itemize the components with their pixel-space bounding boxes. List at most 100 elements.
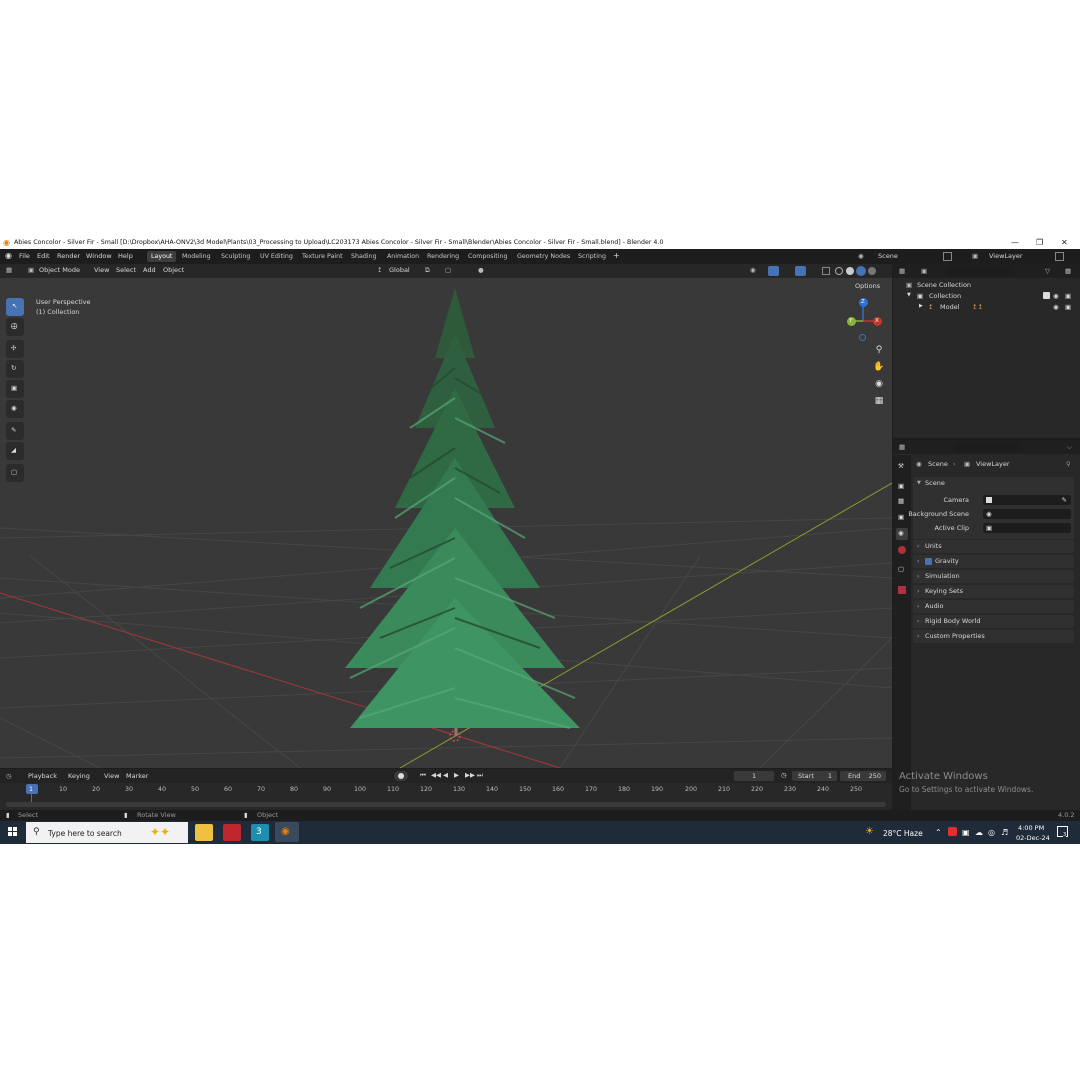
timeline-editor-icon[interactable]: ◷ — [6, 773, 12, 780]
add-cube-tool[interactable]: ▢ — [6, 464, 24, 482]
clock-time[interactable]: 4:00 PM — [1018, 824, 1044, 832]
jump-keyframe-forward-icon[interactable]: ▶▶ — [465, 772, 475, 779]
taskbar-search-input[interactable]: ⚲ Type here to search ✦✦ — [26, 822, 188, 843]
outliner-search-input[interactable] — [947, 266, 1011, 276]
jump-keyframe-back-icon[interactable]: ◀◀ — [431, 772, 441, 779]
network-icon[interactable]: ◎ — [988, 828, 995, 837]
camera-field[interactable]: ✎ — [983, 495, 1071, 505]
editor-type-icon[interactable]: ▦ — [6, 267, 12, 274]
move-tool[interactable]: ✣ — [6, 340, 24, 358]
menu-render[interactable]: Render — [57, 253, 80, 260]
tab-scripting[interactable]: Scripting — [574, 251, 610, 262]
view-layer-selector[interactable]: ViewLayer — [989, 253, 1023, 260]
view-layer-tab-icon[interactable]: ▣ — [896, 512, 908, 524]
model-visibility-icon[interactable]: ◉ — [1053, 304, 1059, 311]
timeline-scrollbar[interactable] — [6, 802, 886, 807]
new-collection-icon[interactable]: ▦ — [1065, 268, 1071, 275]
measure-tool[interactable]: ◢ — [6, 442, 24, 460]
menu-object[interactable]: Object — [163, 267, 184, 274]
transform-orientation-selector[interactable]: Global — [389, 267, 410, 274]
menu-file[interactable]: File — [19, 253, 30, 260]
clock-date[interactable]: 02-Dec-24 — [1016, 834, 1050, 842]
pan-hand-icon[interactable]: ✋ — [872, 362, 886, 376]
close-button[interactable]: ✕ — [1061, 238, 1068, 247]
windows-start-icon[interactable] — [8, 827, 18, 837]
outliner-scene-collection[interactable]: Scene Collection — [917, 282, 971, 289]
minimize-button[interactable]: — — [1011, 238, 1019, 247]
properties-search-input[interactable] — [955, 442, 1019, 452]
material-shading-icon[interactable] — [856, 266, 866, 276]
active-clip-field[interactable]: ▣ — [983, 523, 1071, 533]
navigation-gizmo[interactable]: Z X Y — [840, 296, 886, 342]
rotate-tool[interactable]: ↻ — [6, 360, 24, 378]
collection-expand-icon[interactable]: ▼ — [907, 293, 911, 298]
gizmo-neg-z-axis[interactable] — [859, 334, 866, 341]
jump-start-icon[interactable]: ⏮ — [420, 772, 426, 779]
tab-geometry-nodes[interactable]: Geometry Nodes — [513, 251, 574, 262]
file-explorer-icon[interactable] — [195, 824, 213, 841]
start-frame-field[interactable]: Start 1 — [792, 771, 837, 781]
collection-visibility-icon[interactable]: ◉ — [1053, 293, 1059, 300]
select-box-tool[interactable]: ↖ — [6, 298, 24, 316]
3d-viewport[interactable] — [0, 278, 892, 768]
tab-texture-paint[interactable]: Texture Paint — [298, 251, 347, 262]
snap-icon[interactable]: ▢ — [445, 267, 451, 274]
outliner-collection[interactable]: Collection — [929, 293, 961, 300]
xray-icon[interactable] — [822, 267, 830, 275]
end-frame-field[interactable]: End 250 — [840, 771, 886, 781]
outliner-editor-icon[interactable]: ▦ — [899, 268, 905, 275]
gizmo-z-axis[interactable]: Z — [859, 298, 868, 307]
menu-window[interactable]: Window — [86, 253, 112, 260]
pivot-icon[interactable]: ⧉ — [425, 267, 430, 274]
play-icon[interactable]: ▶ — [454, 772, 459, 779]
menu-help[interactable]: Help — [118, 253, 133, 260]
gizmo-x-axis[interactable]: X — [873, 317, 882, 326]
properties-options-icon[interactable]: ⌵ — [1067, 444, 1072, 451]
display-mode-icon[interactable]: ▣ — [921, 268, 927, 275]
menu-add[interactable]: Add — [143, 267, 156, 274]
zoom-icon[interactable]: ⚲ — [872, 345, 886, 359]
background-scene-field[interactable]: ◉ — [983, 509, 1071, 519]
scene-tab-icon[interactable]: ◉ — [896, 528, 908, 540]
options-button[interactable]: Options — [855, 283, 880, 290]
transform-tool[interactable]: ◉ — [6, 400, 24, 418]
filter-icon[interactable]: ▽ — [1045, 268, 1050, 275]
tab-sculpting[interactable]: Sculpting — [217, 251, 254, 262]
world-tab-icon[interactable] — [896, 544, 908, 556]
visibility-icon[interactable]: ◉ — [750, 267, 756, 274]
outliner-model[interactable]: Model — [940, 304, 960, 311]
menu-view[interactable]: View — [94, 267, 109, 274]
cursor-tool[interactable]: ⨁ — [6, 318, 24, 336]
overlay-toggle-icon[interactable] — [795, 266, 806, 276]
annotate-tool[interactable]: ✎ — [6, 422, 24, 440]
blender-taskbar-icon[interactable]: ◉ — [275, 822, 299, 842]
preview-range-icon[interactable]: ◷ — [781, 772, 787, 779]
tab-rendering[interactable]: Rendering — [423, 251, 463, 262]
pin-icon[interactable]: ⚲ — [1066, 461, 1071, 468]
volume-icon[interactable]: ♬ — [1001, 828, 1008, 837]
menu-keying[interactable]: Keying — [68, 773, 90, 780]
current-frame-field[interactable]: 1 — [734, 771, 774, 781]
proportional-editing-icon[interactable]: ● — [478, 267, 484, 274]
menu-timeline-view[interactable]: View — [104, 773, 119, 780]
collection-render-icon[interactable]: ▣ — [1065, 293, 1071, 300]
solid-shading-icon[interactable] — [846, 267, 854, 275]
scene-panel-collapse-icon[interactable]: ▼ — [917, 480, 921, 486]
tab-uv-editing[interactable]: UV Editing — [256, 251, 297, 262]
scene-panel-title[interactable]: Scene — [925, 480, 945, 487]
fir-tree-model[interactable] — [345, 288, 580, 729]
app-red-icon[interactable] — [223, 824, 241, 841]
gizmo-toggle-icon[interactable] — [768, 266, 779, 276]
output-tab-icon[interactable]: ▦ — [896, 496, 908, 508]
gravity-panel[interactable]: › Gravity — [913, 555, 1074, 568]
render-tab-icon[interactable]: ▣ — [896, 481, 908, 493]
collection-tab-icon[interactable]: ▢ — [896, 564, 908, 576]
record-button[interactable] — [394, 771, 408, 781]
camera-view-icon[interactable]: ◉ — [872, 379, 886, 393]
add-workspace-button[interactable]: + — [613, 252, 620, 260]
rigid-body-world-panel[interactable]: › Rigid Body World — [913, 615, 1074, 628]
tray-app-icon[interactable] — [948, 827, 957, 836]
menu-edit[interactable]: Edit — [37, 253, 50, 260]
tab-compositing[interactable]: Compositing — [464, 251, 511, 262]
play-reverse-icon[interactable]: ◀ — [443, 772, 448, 779]
